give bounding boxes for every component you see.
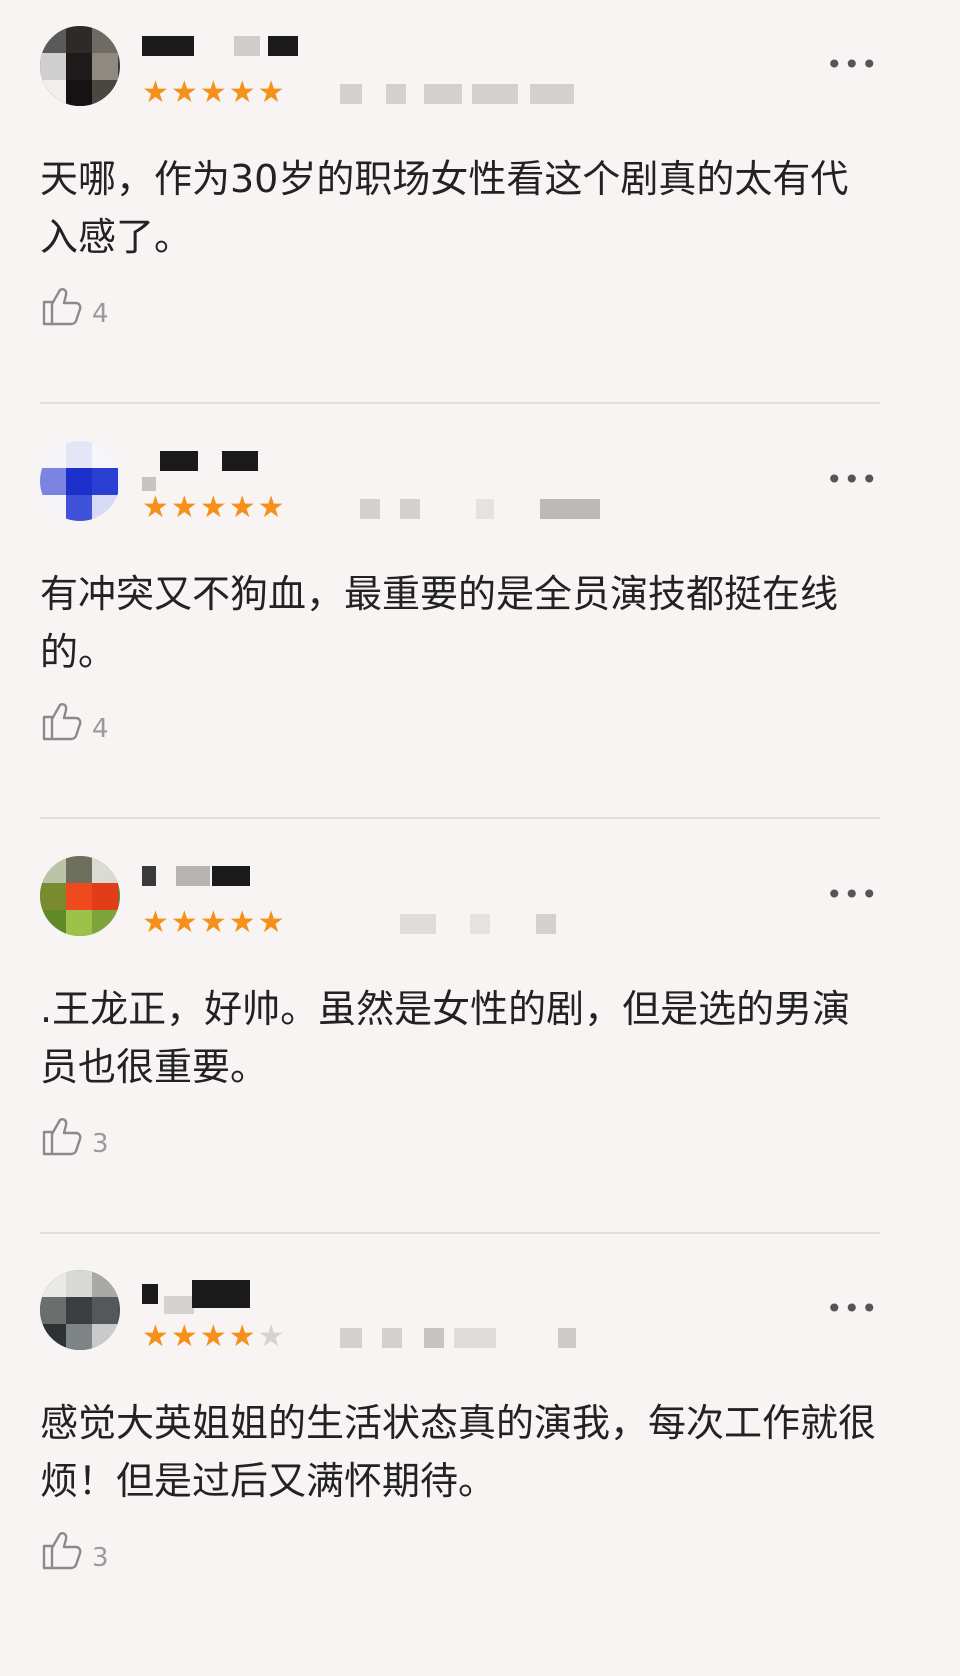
like-count: 3: [92, 1543, 109, 1573]
more-options-button[interactable]: •••: [826, 880, 878, 910]
star-icon: ★: [199, 1319, 227, 1354]
comment-text: .王龙正，好帅。虽然是女性的剧，但是选的男演员也很重要。: [40, 987, 851, 1089]
like-count: 4: [92, 714, 109, 744]
star-icon: ★: [228, 1319, 256, 1354]
like-button[interactable]: 4: [40, 284, 109, 328]
rating-stars: ★ ★ ★ ★ ★: [142, 908, 285, 938]
avatar[interactable]: [40, 26, 120, 106]
star-icon: ★: [142, 490, 169, 525]
comment-text: 有冲突又不狗血，最重要的是全员演技都挺在线的。: [40, 572, 839, 674]
thumbs-up-icon: [42, 1532, 82, 1570]
meta-redacted: [320, 1328, 620, 1356]
star-icon: ★: [257, 1319, 285, 1354]
like-count: 4: [92, 299, 109, 329]
star-icon: ★: [228, 905, 256, 940]
divider: [40, 402, 880, 404]
star-icon: ★: [257, 905, 285, 940]
star-icon: ★: [170, 490, 198, 525]
star-icon: ★: [170, 75, 198, 110]
more-options-button[interactable]: •••: [826, 465, 878, 495]
star-icon: ★: [142, 75, 169, 110]
star-icon: ★: [257, 75, 285, 110]
star-icon: ★: [228, 75, 256, 110]
comment-card: ★ ★ ★ ★ ★ ••• 感觉大英姐姐的生活状态真的演我，每次工作就很烦！但是…: [0, 1244, 960, 1676]
comment-card: ★ ★ ★ ★ ★ ••• 天哪，作为30岁的职场女性看这个剧真的太有代入感了。…: [0, 0, 960, 432]
thumbs-up-icon: [42, 288, 82, 326]
like-button[interactable]: 4: [40, 699, 109, 743]
star-icon: ★: [170, 905, 198, 940]
meta-redacted: [320, 914, 620, 942]
star-icon: ★: [199, 75, 227, 110]
avatar[interactable]: [40, 441, 120, 521]
divider: [40, 1232, 880, 1234]
comment-card: ★ ★ ★ ★ ★ ••• 有冲突又不狗血，最重要的是全员演技都挺在线的。 4: [0, 415, 960, 847]
username-redacted[interactable]: [142, 866, 302, 890]
comment-card: ★ ★ ★ ★ ★ ••• .王龙正，好帅。虽然是女性的剧，但是选的男演员也很重…: [0, 830, 960, 1262]
star-icon: ★: [228, 490, 256, 525]
username-redacted[interactable]: [142, 1280, 302, 1314]
rating-stars: ★ ★ ★ ★ ★: [142, 493, 285, 523]
like-count: 3: [92, 1129, 109, 1159]
username-redacted[interactable]: [142, 36, 302, 60]
thumbs-up-icon: [42, 1118, 82, 1156]
star-icon: ★: [257, 490, 285, 525]
thumbs-up-icon: [42, 703, 82, 741]
meta-redacted: [320, 84, 620, 112]
star-icon: ★: [170, 1319, 198, 1354]
more-options-button[interactable]: •••: [826, 50, 878, 80]
like-button[interactable]: 3: [40, 1114, 109, 1158]
star-icon: ★: [142, 905, 169, 940]
comment-text: 感觉大英姐姐的生活状态真的演我，每次工作就很烦！但是过后又满怀期待。: [40, 1401, 877, 1503]
meta-redacted: [320, 499, 620, 527]
more-options-button[interactable]: •••: [826, 1294, 878, 1324]
comment-text: 天哪，作为30岁的职场女性看这个剧真的太有代入感了。: [40, 157, 849, 259]
rating-stars: ★ ★ ★ ★ ★: [142, 1322, 285, 1352]
star-icon: ★: [199, 905, 227, 940]
avatar[interactable]: [40, 856, 120, 936]
avatar[interactable]: [40, 1270, 120, 1350]
star-icon: ★: [142, 1319, 169, 1354]
username-redacted[interactable]: [142, 451, 302, 491]
divider: [40, 817, 880, 819]
star-icon: ★: [199, 490, 227, 525]
rating-stars: ★ ★ ★ ★ ★: [142, 78, 285, 108]
like-button[interactable]: 3: [40, 1528, 109, 1572]
